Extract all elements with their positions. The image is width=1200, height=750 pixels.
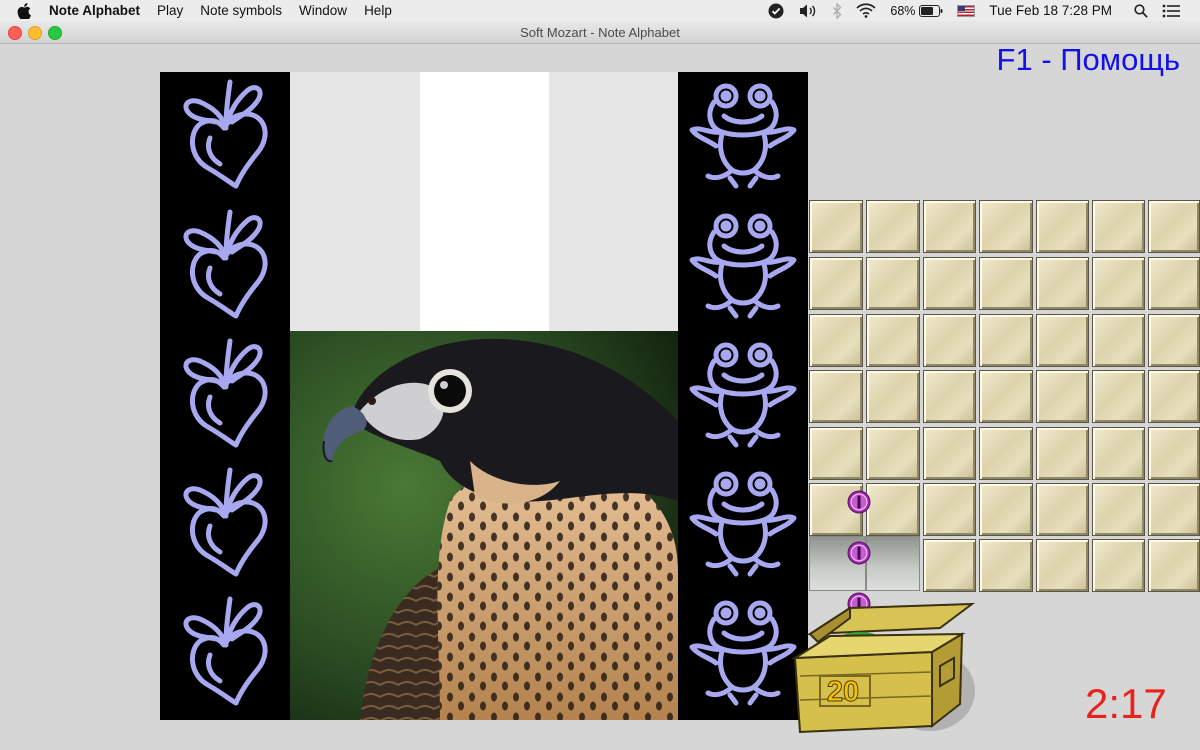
board-tile[interactable] (1092, 539, 1145, 592)
left-icon-column (160, 72, 290, 720)
window-title: Soft Mozart - Note Alphabet (520, 24, 680, 40)
board-tile[interactable] (923, 200, 976, 253)
board-tile[interactable] (1036, 539, 1089, 592)
window-minimize-button[interactable] (28, 26, 42, 40)
board-tile[interactable] (979, 483, 1033, 536)
notification-center-icon[interactable] (1162, 4, 1180, 18)
apple-menu-icon[interactable] (17, 2, 31, 19)
wifi-icon[interactable] (856, 3, 876, 18)
board-tile[interactable] (809, 314, 863, 367)
window-zoom-button[interactable] (48, 26, 62, 40)
board-tile[interactable] (1092, 483, 1145, 536)
beet-icon[interactable] (170, 76, 280, 191)
board-tile[interactable] (1148, 200, 1200, 253)
menu-note-symbols[interactable]: Note symbols (200, 3, 282, 18)
beet-icon[interactable] (170, 464, 280, 579)
frog-icon[interactable] (688, 593, 798, 708)
board-tile[interactable] (923, 314, 976, 367)
board-tile[interactable] (923, 427, 976, 480)
help-label: F1 - Помощь (996, 42, 1180, 77)
board-tile[interactable] (866, 200, 920, 253)
board-tile[interactable] (1092, 370, 1145, 423)
board-tile[interactable] (866, 257, 920, 310)
board-tile[interactable] (1148, 257, 1200, 310)
us-flag-icon[interactable] (957, 4, 976, 17)
game-timer: 2:17 (1085, 680, 1167, 727)
board-tile[interactable] (1092, 200, 1145, 253)
menu-window[interactable]: Window (299, 3, 347, 18)
board-tile[interactable] (1092, 427, 1145, 480)
coin-counter: 20 (826, 676, 860, 709)
falcon-photo (290, 331, 678, 720)
frog-icon[interactable] (688, 76, 798, 191)
board-tile[interactable] (866, 483, 920, 536)
board-tile[interactable] (979, 539, 1033, 592)
board-tile[interactable] (979, 314, 1033, 367)
menu-bar: Note Alphabet Play Note symbols Window H… (0, 0, 1200, 21)
board-tile[interactable] (979, 427, 1033, 480)
beet-icon[interactable] (170, 335, 280, 450)
board-tile[interactable] (1036, 483, 1089, 536)
board-tile[interactable] (809, 200, 863, 253)
battery-icon[interactable] (919, 4, 943, 17)
board-tile[interactable] (979, 200, 1033, 253)
board-tile[interactable] (1148, 370, 1200, 423)
board-tile[interactable] (1036, 257, 1089, 310)
board-tile[interactable] (1092, 257, 1145, 310)
board-tile[interactable] (809, 370, 863, 423)
menu-help[interactable]: Help (364, 3, 392, 18)
menu-app-name[interactable]: Note Alphabet (49, 3, 140, 18)
board-tile[interactable] (979, 257, 1033, 310)
board-tile[interactable] (923, 257, 976, 310)
board-tile[interactable] (1036, 314, 1089, 367)
board-tile[interactable] (979, 370, 1033, 423)
board-tile[interactable] (1092, 314, 1145, 367)
spotlight-search-icon[interactable] (1134, 3, 1148, 18)
treasure-chest-icon[interactable] (790, 596, 980, 736)
board-tile[interactable] (809, 257, 863, 310)
blank-panel (549, 72, 678, 331)
window-close-button[interactable] (8, 26, 22, 40)
board-tile[interactable] (866, 427, 920, 480)
right-icon-column (678, 72, 808, 720)
board-tile[interactable] (923, 483, 976, 536)
guard-icon[interactable] (768, 3, 784, 19)
board-tile[interactable] (1036, 200, 1089, 253)
frog-icon[interactable] (688, 464, 798, 579)
board-tile[interactable] (866, 370, 920, 423)
revealed-tile[interactable] (866, 536, 920, 591)
status-area: 68% Tue Feb 18 7:28 PM (768, 0, 1200, 21)
volume-icon[interactable] (798, 3, 818, 19)
board-tile[interactable] (1036, 370, 1089, 423)
board-tile[interactable] (923, 370, 976, 423)
menu-play[interactable]: Play (157, 3, 183, 18)
window-title-bar[interactable]: Soft Mozart - Note Alphabet (0, 21, 1200, 44)
battery-percent: 68% (890, 3, 916, 18)
blank-panel (420, 72, 549, 331)
blank-panel (290, 72, 420, 331)
frog-icon[interactable] (688, 335, 798, 450)
tile-board (809, 200, 1200, 592)
board-tile[interactable] (1148, 427, 1200, 480)
board-tile[interactable] (923, 539, 976, 592)
coin-icon[interactable] (847, 490, 871, 514)
board-tile[interactable] (809, 427, 863, 480)
board-tile[interactable] (1148, 483, 1200, 536)
beet-icon[interactable] (170, 593, 280, 708)
board-tile[interactable] (1148, 314, 1200, 367)
beet-icon[interactable] (170, 206, 280, 321)
board-tile[interactable] (1036, 427, 1089, 480)
board-tile[interactable] (866, 314, 920, 367)
bluetooth-icon[interactable] (832, 2, 842, 19)
coin-icon[interactable] (847, 541, 871, 565)
frog-icon[interactable] (688, 206, 798, 321)
board-tile[interactable] (1148, 539, 1200, 592)
menu-clock[interactable]: Tue Feb 18 7:28 PM (989, 3, 1112, 18)
